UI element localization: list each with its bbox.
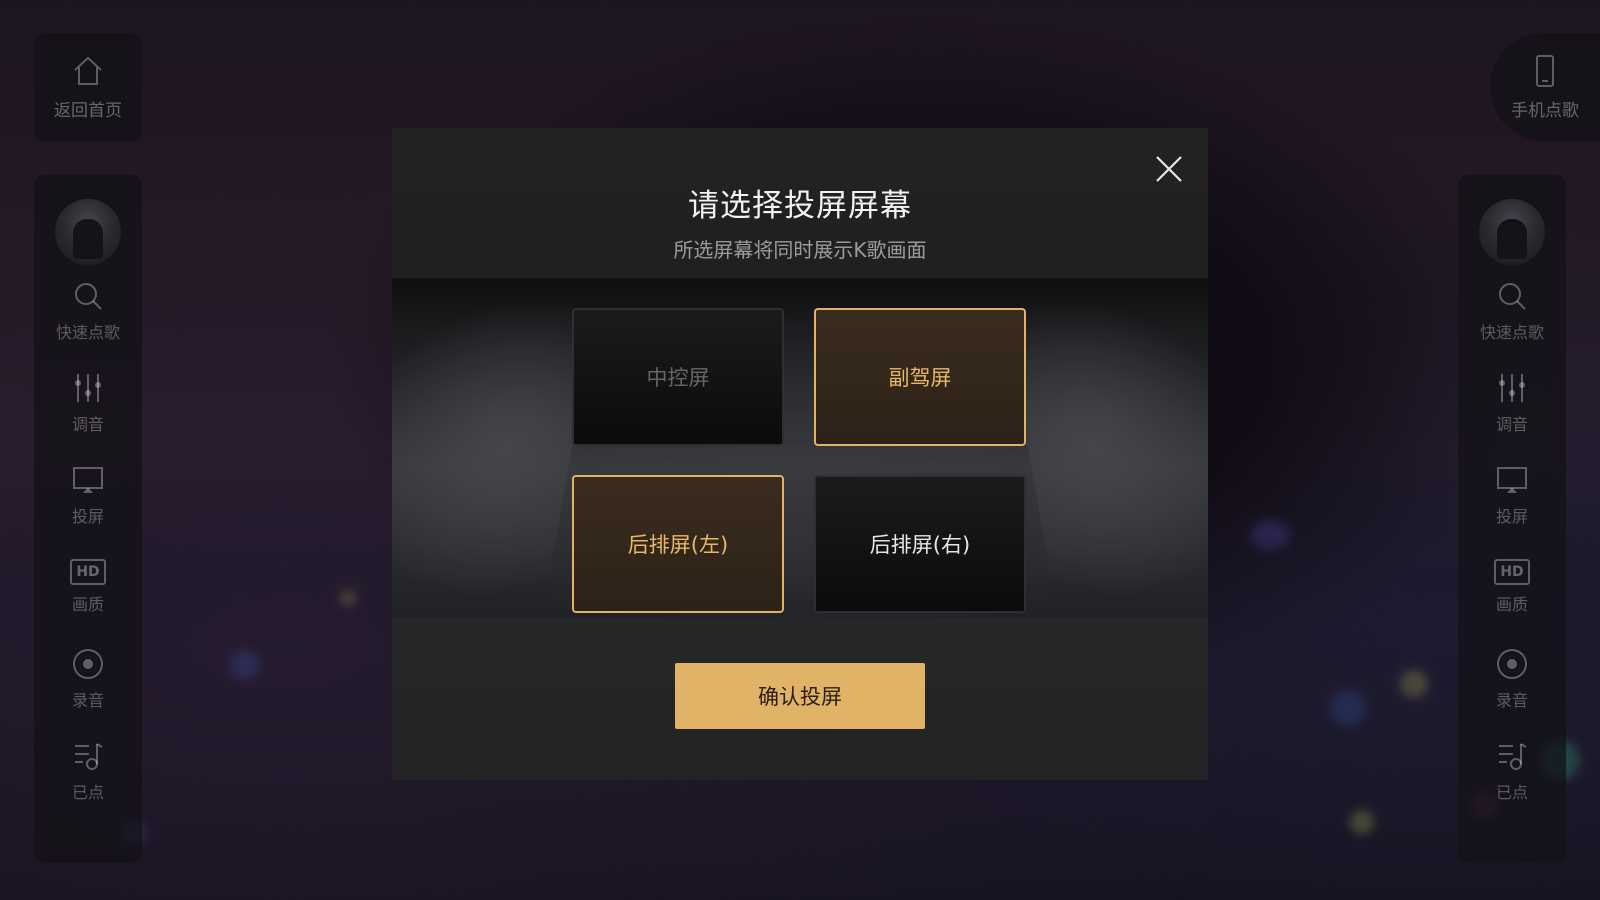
sidebar-item-queued[interactable]: 已点	[1458, 725, 1566, 817]
sidebar-item-record[interactable]: 录音	[34, 633, 142, 725]
sidebar-item-label: 已点	[1495, 783, 1528, 802]
option-rear-left-screen[interactable]: 后排屏(左)	[572, 475, 784, 613]
back-home-label: 返回首页	[54, 100, 122, 121]
sidebar-item-label: 投屏	[1495, 507, 1528, 526]
search-icon	[75, 283, 102, 310]
sidebar-item-label: 画质	[1495, 595, 1528, 614]
equalizer-icon	[1499, 374, 1525, 402]
sidebar-item-quality[interactable]: HD 画质	[34, 541, 142, 633]
back-home-button[interactable]: 返回首页	[34, 33, 142, 141]
avatar[interactable]	[1479, 199, 1545, 265]
sidebar-item-quality[interactable]: HD 画质	[1458, 541, 1566, 633]
playlist-icon	[75, 743, 103, 770]
equalizer-icon	[75, 374, 101, 402]
hd-icon: HD	[70, 559, 106, 585]
sidebar-item-label: 录音	[1495, 691, 1528, 710]
phone-icon	[1536, 54, 1554, 87]
sidebar-item-label: 调音	[71, 415, 104, 434]
confirm-cast-button[interactable]: 确认投屏	[675, 663, 925, 729]
phone-song-request-label: 手机点歌	[1511, 100, 1579, 121]
cast-screen-icon	[1497, 467, 1527, 493]
left-sidebar: 快速点歌 调音 投屏 HD 画质 录音 已点	[34, 175, 142, 863]
sidebar-item-cast[interactable]: 投屏	[34, 449, 142, 541]
sidebar-item-label: 快速点歌	[1479, 323, 1544, 342]
cast-screen-dialog: 请选择投屏屏幕 所选屏幕将同时展示K歌画面 中控屏 副驾屏 后排屏(左) 后排屏…	[392, 128, 1208, 780]
hd-icon: HD	[1494, 559, 1530, 585]
dialog-title: 请选择投屏屏幕	[688, 188, 912, 224]
record-icon	[1497, 649, 1527, 679]
playlist-icon	[1499, 743, 1527, 770]
sidebar-item-label: 已点	[71, 783, 104, 802]
home-icon	[74, 56, 102, 85]
sidebar-item-record[interactable]: 录音	[1458, 633, 1566, 725]
sidebar-item-label: 录音	[71, 691, 104, 710]
option-rear-right-screen[interactable]: 后排屏(右)	[814, 475, 1026, 613]
sidebar-item-queued[interactable]: 已点	[34, 725, 142, 817]
sidebar-item-label: 快速点歌	[55, 323, 120, 342]
avatar[interactable]	[55, 199, 121, 265]
search-icon	[1499, 283, 1526, 310]
record-icon	[73, 649, 103, 679]
right-sidebar: 快速点歌 调音 投屏 HD 画质 录音 已点	[1458, 175, 1566, 863]
option-center-screen[interactable]: 中控屏	[572, 308, 784, 446]
car-interior-background	[392, 278, 1208, 618]
option-passenger-screen[interactable]: 副驾屏	[814, 308, 1026, 446]
sidebar-item-label: 画质	[71, 595, 104, 614]
cast-screen-icon	[73, 467, 103, 493]
sidebar-item-label: 调音	[1495, 415, 1528, 434]
dialog-subtitle: 所选屏幕将同时展示K歌画面	[673, 238, 927, 262]
sidebar-item-cast[interactable]: 投屏	[1458, 449, 1566, 541]
phone-song-request-button[interactable]: 手机点歌	[1490, 33, 1600, 141]
sidebar-item-tuning[interactable]: 调音	[34, 357, 142, 449]
sidebar-item-label: 投屏	[71, 507, 104, 526]
sidebar-item-quick-search[interactable]: 快速点歌	[34, 265, 142, 357]
sidebar-item-tuning[interactable]: 调音	[1458, 357, 1566, 449]
sidebar-item-quick-search[interactable]: 快速点歌	[1458, 265, 1566, 357]
